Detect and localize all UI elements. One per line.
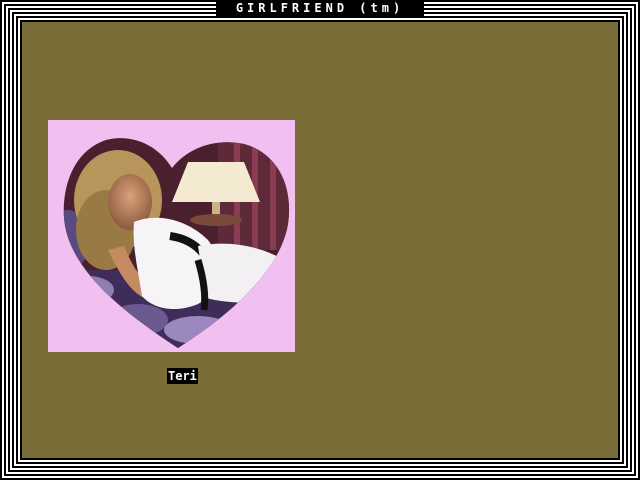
app-screen: GIRLFRIEND (tm) Teri [0,0,640,480]
app-title: GIRLFRIEND (tm) [235,1,405,15]
girlfriend-photo[interactable] [48,120,295,352]
heart-photo-icon [63,138,290,348]
girlfriend-name-label[interactable]: Teri [167,368,198,384]
title-bar: GIRLFRIEND (tm) [216,0,424,16]
